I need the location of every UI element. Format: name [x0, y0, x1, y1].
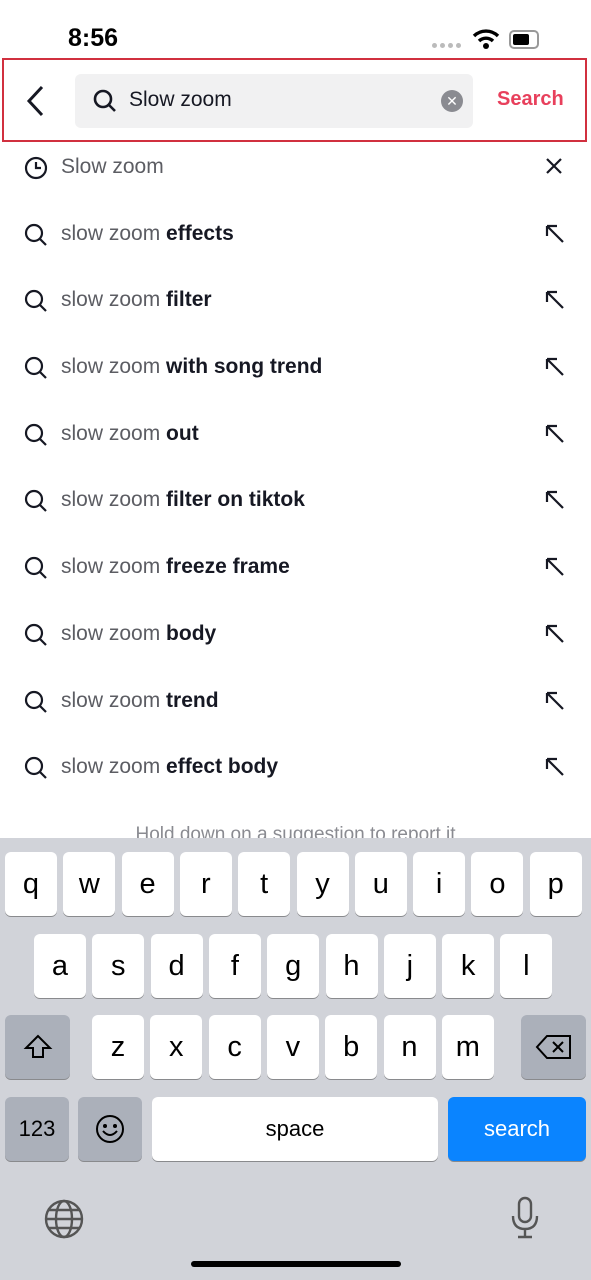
history-item[interactable]: Slow zoom — [0, 134, 591, 201]
suggestion-text: slow zoom effect body — [61, 755, 279, 779]
key-k[interactable]: k — [442, 934, 495, 998]
key-v[interactable]: v — [266, 1015, 319, 1079]
search-header: Slow zoom ✕ Search — [2, 58, 587, 142]
clock: 8:56 — [68, 24, 119, 52]
suggestion-text: slow zoom effects — [61, 221, 234, 245]
search-key[interactable]: search — [448, 1097, 586, 1161]
suggestion-item[interactable]: slow zoom freeze frame — [0, 534, 591, 601]
fill-arrow-icon[interactable] — [544, 623, 566, 645]
key-q[interactable]: q — [5, 852, 57, 916]
search-icon — [24, 690, 47, 713]
remove-icon[interactable] — [544, 156, 564, 176]
search-icon — [24, 423, 47, 446]
key-h[interactable]: h — [325, 934, 378, 998]
key-f[interactable]: f — [208, 934, 261, 998]
emoji-icon — [96, 1115, 124, 1143]
search-icon — [24, 490, 47, 513]
key-n[interactable]: n — [383, 1015, 436, 1079]
battery-icon — [509, 30, 539, 49]
key-w[interactable]: w — [63, 852, 116, 916]
suggestion-item[interactable]: slow zoom body — [0, 601, 591, 668]
fill-arrow-icon[interactable] — [544, 489, 566, 511]
fill-arrow-icon[interactable] — [544, 223, 566, 245]
key-e[interactable]: e — [121, 852, 174, 916]
space-key[interactable]: space — [152, 1097, 438, 1161]
signal-icon — [432, 43, 461, 48]
suggestion-item[interactable]: slow zoom with song trend — [0, 334, 591, 401]
key-u[interactable]: u — [354, 852, 407, 916]
key-j[interactable]: j — [383, 934, 436, 998]
key-l[interactable]: l — [500, 934, 553, 998]
home-indicator — [191, 1261, 401, 1267]
suggestion-item[interactable]: slow zoom out — [0, 401, 591, 468]
back-icon[interactable] — [24, 84, 48, 118]
fill-arrow-icon[interactable] — [544, 423, 566, 445]
key-o[interactable]: o — [471, 852, 524, 916]
fill-arrow-icon[interactable] — [544, 756, 566, 778]
key-g[interactable]: g — [267, 934, 320, 998]
suggestion-text: slow zoom out — [61, 421, 199, 445]
suggestion-text: slow zoom body — [61, 621, 217, 645]
key-d[interactable]: d — [150, 934, 203, 998]
suggestion-list: Slow zoom slow zoom effects slow zoom fi… — [0, 134, 591, 801]
search-input[interactable]: Slow zoom ✕ — [75, 74, 473, 128]
search-icon — [24, 356, 47, 379]
key-i[interactable]: i — [413, 852, 466, 916]
keyboard: q w e r t y u i o p a s d f g h j k l z x c v b n m 123 space search — [0, 838, 591, 1280]
status-bar: 8:56 — [0, 0, 591, 60]
history-text: Slow zoom — [61, 155, 164, 178]
suggestion-text: slow zoom filter — [61, 288, 212, 312]
fill-arrow-icon[interactable] — [544, 289, 566, 311]
key-m[interactable]: m — [441, 1015, 494, 1079]
search-icon — [93, 89, 116, 112]
key-b[interactable]: b — [325, 1015, 378, 1079]
key-z[interactable]: z — [92, 1015, 144, 1079]
key-t[interactable]: t — [238, 852, 291, 916]
search-icon — [24, 757, 47, 779]
clear-icon[interactable]: ✕ — [441, 90, 463, 112]
fill-arrow-icon[interactable] — [544, 556, 566, 578]
suggestion-item[interactable]: slow zoom effects — [0, 201, 591, 268]
fill-arrow-icon[interactable] — [544, 356, 566, 378]
search-icon — [24, 223, 47, 246]
key-r[interactable]: r — [179, 852, 232, 916]
suggestion-text: slow zoom freeze frame — [61, 555, 290, 579]
search-button[interactable]: Search — [497, 88, 564, 111]
search-icon — [24, 290, 47, 313]
search-icon — [24, 557, 47, 579]
suggestion-item[interactable]: slow zoom filter — [0, 267, 591, 334]
shift-key[interactable] — [5, 1015, 70, 1079]
suggestion-item[interactable]: slow zoom filter on tiktok — [0, 467, 591, 534]
suggestion-text: slow zoom filter on tiktok — [61, 488, 305, 512]
suggestion-text: slow zoom with song trend — [61, 355, 323, 379]
emoji-key[interactable] — [78, 1097, 142, 1161]
wifi-icon — [472, 29, 500, 49]
numbers-key[interactable]: 123 — [5, 1097, 69, 1161]
key-s[interactable]: s — [92, 934, 145, 998]
shift-icon — [23, 1034, 52, 1058]
key-c[interactable]: c — [208, 1015, 261, 1079]
key-x[interactable]: x — [150, 1015, 203, 1079]
backspace-key[interactable] — [521, 1015, 586, 1079]
suggestion-item[interactable]: slow zoom effect body — [0, 734, 591, 801]
suggestion-text: slow zoom trend — [61, 688, 219, 712]
microphone-icon[interactable] — [508, 1196, 542, 1245]
suggestion-item[interactable]: slow zoom trend — [0, 668, 591, 735]
search-query[interactable]: Slow zoom — [129, 88, 232, 112]
fill-arrow-icon[interactable] — [544, 690, 566, 712]
clock-icon — [24, 156, 48, 180]
search-icon — [24, 623, 47, 646]
key-a[interactable]: a — [34, 934, 86, 998]
key-p[interactable]: p — [529, 852, 582, 916]
backspace-icon — [535, 1035, 571, 1059]
globe-icon[interactable] — [43, 1198, 85, 1245]
key-y[interactable]: y — [296, 852, 349, 916]
